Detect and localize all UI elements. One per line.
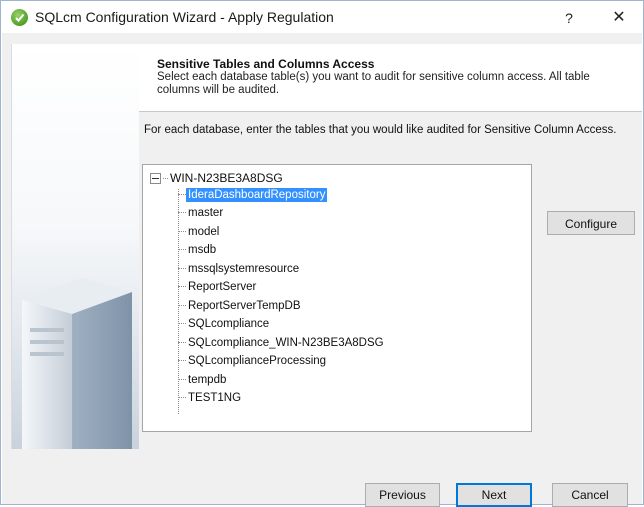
tree-item-database[interactable]: SQLcompliance_WIN-N23BE3A8DSG xyxy=(178,334,386,351)
tree-item-label: tempdb xyxy=(188,373,227,386)
wizard-header: Sensitive Tables and Columns Access Sele… xyxy=(139,44,642,112)
wizard-footer: Previous Next Cancel xyxy=(2,471,642,507)
tree-item-database[interactable]: tempdb xyxy=(178,371,228,388)
collapse-icon[interactable] xyxy=(150,173,161,185)
wizard-content: Sensitive Tables and Columns Access Sele… xyxy=(2,33,642,471)
tree-root-label: WIN-N23BE3A8DSG xyxy=(170,171,283,185)
tree-item-database[interactable]: TEST1NG xyxy=(178,389,243,406)
tree-item-label: ReportServer xyxy=(188,280,257,293)
title-bar[interactable]: SQLcm Configuration Wizard - Apply Regul… xyxy=(1,1,643,33)
instruction-text: For each database, enter the tables that… xyxy=(144,124,617,136)
close-button[interactable]: ✕ xyxy=(605,7,633,29)
server-illustration xyxy=(22,278,132,449)
window-title: SQLcm Configuration Wizard - Apply Regul… xyxy=(35,9,334,25)
help-button[interactable]: ? xyxy=(557,7,581,29)
tree-item-database[interactable]: mssqlsystemresource xyxy=(178,260,301,277)
tree-item-database[interactable]: ReportServer xyxy=(178,278,258,295)
tree-item-label: IderaDashboardRepository xyxy=(186,187,328,202)
tree-item-database[interactable]: SQLcompliance xyxy=(178,315,271,332)
tree-item-database[interactable]: IderaDashboardRepository xyxy=(178,186,328,203)
tree-item-label: master xyxy=(188,206,224,219)
tree-item-label: msdb xyxy=(188,243,217,256)
tree-item-label: TEST1NG xyxy=(188,391,242,404)
page-title: Sensitive Tables and Columns Access xyxy=(157,57,375,71)
tree-item-label: mssqlsystemresource xyxy=(188,262,300,275)
wizard-side-panel xyxy=(11,44,139,449)
database-tree[interactable]: WIN-N23BE3A8DSG IderaDashboardRepository… xyxy=(142,164,532,432)
cancel-button[interactable]: Cancel xyxy=(552,483,628,507)
tree-item-label: SQLcomplianceProcessing xyxy=(188,354,327,367)
tree-item-label: SQLcompliance xyxy=(188,317,270,330)
tree-item-database[interactable]: ReportServerTempDB xyxy=(178,297,302,314)
tree-item-database[interactable]: master xyxy=(178,204,225,221)
tree-item-label: model xyxy=(188,225,220,238)
tree-item-label: ReportServerTempDB xyxy=(188,299,301,312)
previous-button[interactable]: Previous xyxy=(365,483,440,507)
tree-item-database[interactable]: SQLcomplianceProcessing xyxy=(178,352,328,369)
configure-button[interactable]: Configure xyxy=(547,211,635,235)
page-description: Select each database table(s) you want t… xyxy=(157,71,590,96)
tree-item-database[interactable]: model xyxy=(178,223,221,240)
check-circle-icon xyxy=(11,9,28,26)
tree-root-server[interactable]: WIN-N23BE3A8DSG xyxy=(150,171,283,187)
wizard-window: SQLcm Configuration Wizard - Apply Regul… xyxy=(0,0,644,507)
tree-item-label: SQLcompliance_WIN-N23BE3A8DSG xyxy=(188,336,384,349)
tree-item-database[interactable]: msdb xyxy=(178,241,218,258)
next-button[interactable]: Next xyxy=(456,483,532,507)
